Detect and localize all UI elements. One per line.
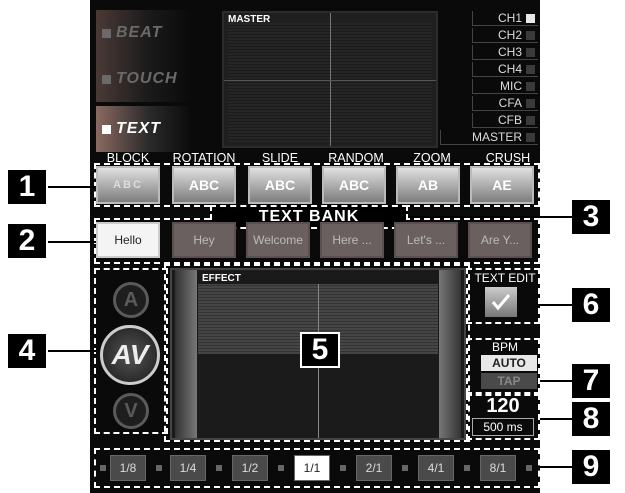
callout-line [48,241,96,243]
led-icon [526,98,535,108]
channel-label: MASTER [471,130,522,144]
mode-beat-button[interactable]: BEAT [96,10,192,56]
callout-line [48,186,96,188]
speed-up-icon: A [123,288,139,311]
led-icon [526,30,535,40]
channel-ch2[interactable]: CH2 [472,28,538,43]
callout-5: 5 [300,332,340,368]
text-bank-item[interactable]: Hello [96,222,160,258]
channel-label: CH4 [497,62,522,76]
callout-line [408,216,572,218]
effects-highlight [94,163,540,207]
callout-4: 4 [8,334,46,368]
callout-1: 1 [8,170,46,204]
bpm-value: 120 [486,395,520,417]
pencil-icon [491,294,511,311]
callout-line [540,304,572,306]
text-bank-item[interactable]: Welcome [246,222,310,258]
channel-label: CH2 [497,28,522,42]
speed-down-icon: V [124,399,138,422]
channel-mic[interactable]: MIC [472,79,538,94]
channel-cfb[interactable]: CFB [472,113,538,128]
bpm-tap-button[interactable]: TAP [481,373,537,389]
callout-line [540,466,572,468]
text-edit-button[interactable] [485,287,517,317]
text-bank-item[interactable]: Are Y... [468,222,532,258]
text-edit-label: TEXT EDIT [474,271,536,285]
callout-6: 6 [572,288,610,322]
led-icon [526,81,535,91]
channel-ch1[interactable]: CH1 [472,11,538,26]
led-icon [526,47,535,57]
led-icon [526,132,535,142]
channel-label: CH3 [497,45,522,59]
step-button[interactable]: 8/1 [480,455,516,481]
step-button[interactable]: 2/1 [356,455,392,481]
callout-8: 8 [572,402,610,436]
channel-label: CFB [498,113,522,127]
mode-text-label: TEXT [116,120,161,137]
step-button[interactable]: 4/1 [418,455,454,481]
mode-text-button[interactable]: TEXT [96,106,192,152]
step-button[interactable]: 1/1 [294,455,330,481]
channel-ch4[interactable]: CH4 [472,62,538,77]
callout-line [540,418,572,420]
bpm-ms: 500 ms [472,418,534,436]
speed-up-button[interactable]: A [113,282,149,318]
step-button[interactable]: 1/4 [170,455,206,481]
callout-2: 2 [8,224,46,258]
master-label: MASTER [228,14,271,25]
bpm-label: BPM [491,340,518,354]
channel-label: CFA [498,96,522,110]
led-icon [526,115,535,125]
led-icon [526,64,535,74]
mode-touch-button[interactable]: TOUCH [96,56,192,102]
channel-master[interactable]: MASTER [440,130,538,145]
callout-9: 9 [572,450,610,484]
bpm-auto-button[interactable]: AUTO [481,355,537,371]
master-display: MASTER [222,11,438,148]
text-bank-item[interactable]: Hey [172,222,236,258]
callout-line [48,350,96,352]
callout-7: 7 [572,364,610,398]
channel-label: CH1 [497,11,522,25]
speed-down-button[interactable]: V [113,393,149,429]
step-button[interactable]: 1/8 [110,455,146,481]
speed-current-button[interactable]: AV [100,325,160,385]
channel-cfa[interactable]: CFA [472,96,538,111]
text-bank-item[interactable]: Here ... [320,222,384,258]
text-bank-item[interactable]: Let's ... [394,222,458,258]
mode-beat-label: BEAT [116,24,163,41]
callout-3: 3 [572,200,610,234]
channel-ch3[interactable]: CH3 [472,45,538,60]
step-button[interactable]: 1/2 [232,455,268,481]
channel-label: MIC [500,79,522,93]
led-icon [526,13,535,23]
speed-current-icon: AV [111,339,149,370]
callout-line [540,380,572,382]
mode-touch-label: TOUCH [116,70,178,87]
